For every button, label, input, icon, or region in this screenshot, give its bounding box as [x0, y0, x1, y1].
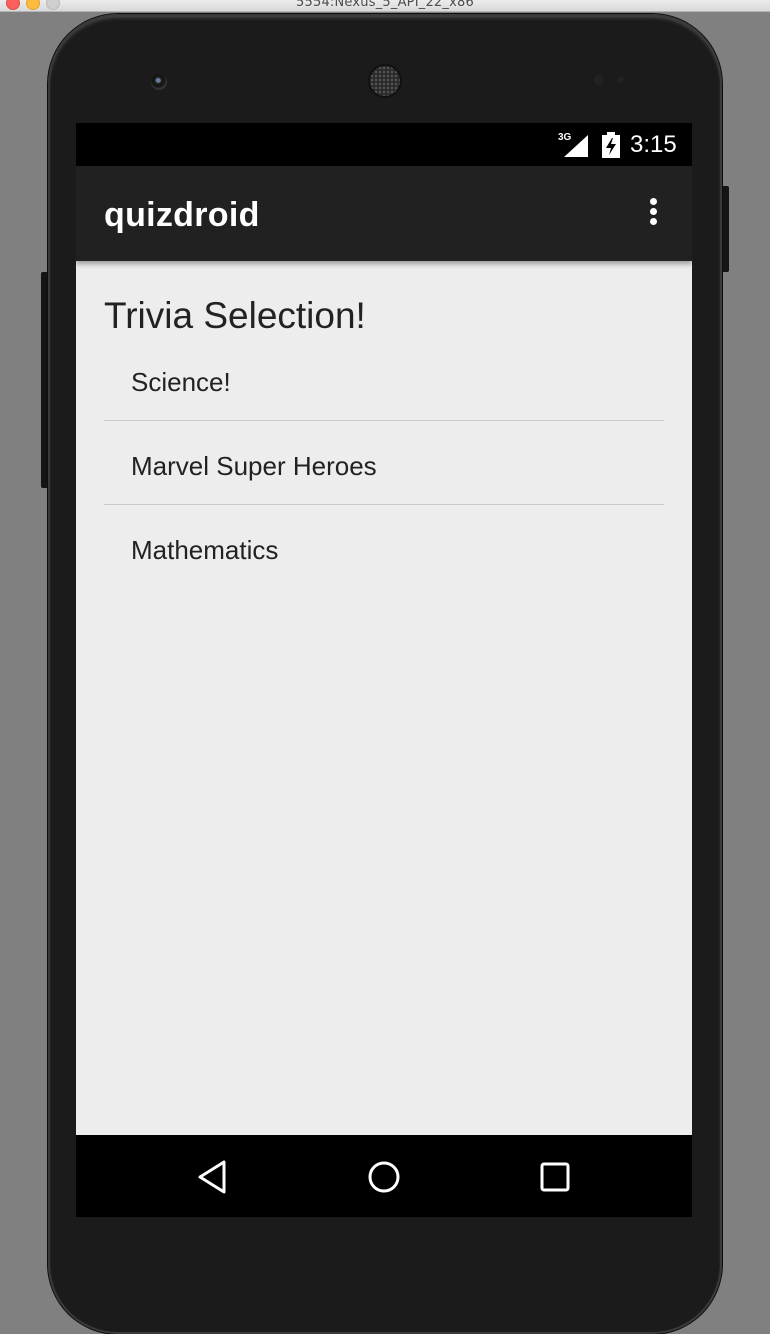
- light-sensor-icon: [617, 76, 624, 83]
- status-bar: 3G 3:15: [76, 123, 692, 166]
- topic-label: Science!: [131, 367, 231, 397]
- battery-charging-icon: [602, 132, 620, 158]
- app-title: quizdroid: [104, 196, 260, 234]
- recents-icon[interactable]: [533, 1155, 577, 1199]
- list-item[interactable]: Marvel Super Heroes: [104, 421, 664, 505]
- status-clock: 3:15: [630, 131, 677, 158]
- topic-label: Marvel Super Heroes: [131, 451, 377, 481]
- more-vert-icon[interactable]: [644, 198, 664, 230]
- app-bar: quizdroid: [76, 166, 692, 261]
- list-item[interactable]: Mathematics: [104, 505, 664, 588]
- signal-icon: [564, 135, 588, 157]
- back-icon[interactable]: [191, 1155, 235, 1199]
- page-title: Trivia Selection!: [104, 295, 366, 336]
- power-button[interactable]: [721, 186, 729, 272]
- topic-label: Mathematics: [131, 535, 279, 565]
- list-item[interactable]: Science!: [104, 337, 664, 421]
- front-camera-icon: [151, 74, 167, 90]
- phone-screen: 3G 3:15 quizdroid Trivia Selection! Scie…: [76, 123, 692, 1217]
- emulator-titlebar: 5554:Nexus_5_API_22_x86: [0, 0, 770, 12]
- navigation-bar: [76, 1135, 692, 1217]
- proximity-sensor-icon: [594, 75, 604, 85]
- topic-list: Science! Marvel Super Heroes Mathematics: [104, 337, 664, 588]
- earpiece-speaker-icon: [370, 66, 400, 96]
- window-title: 5554:Nexus_5_API_22_x86: [296, 0, 474, 10]
- home-icon[interactable]: [362, 1155, 406, 1199]
